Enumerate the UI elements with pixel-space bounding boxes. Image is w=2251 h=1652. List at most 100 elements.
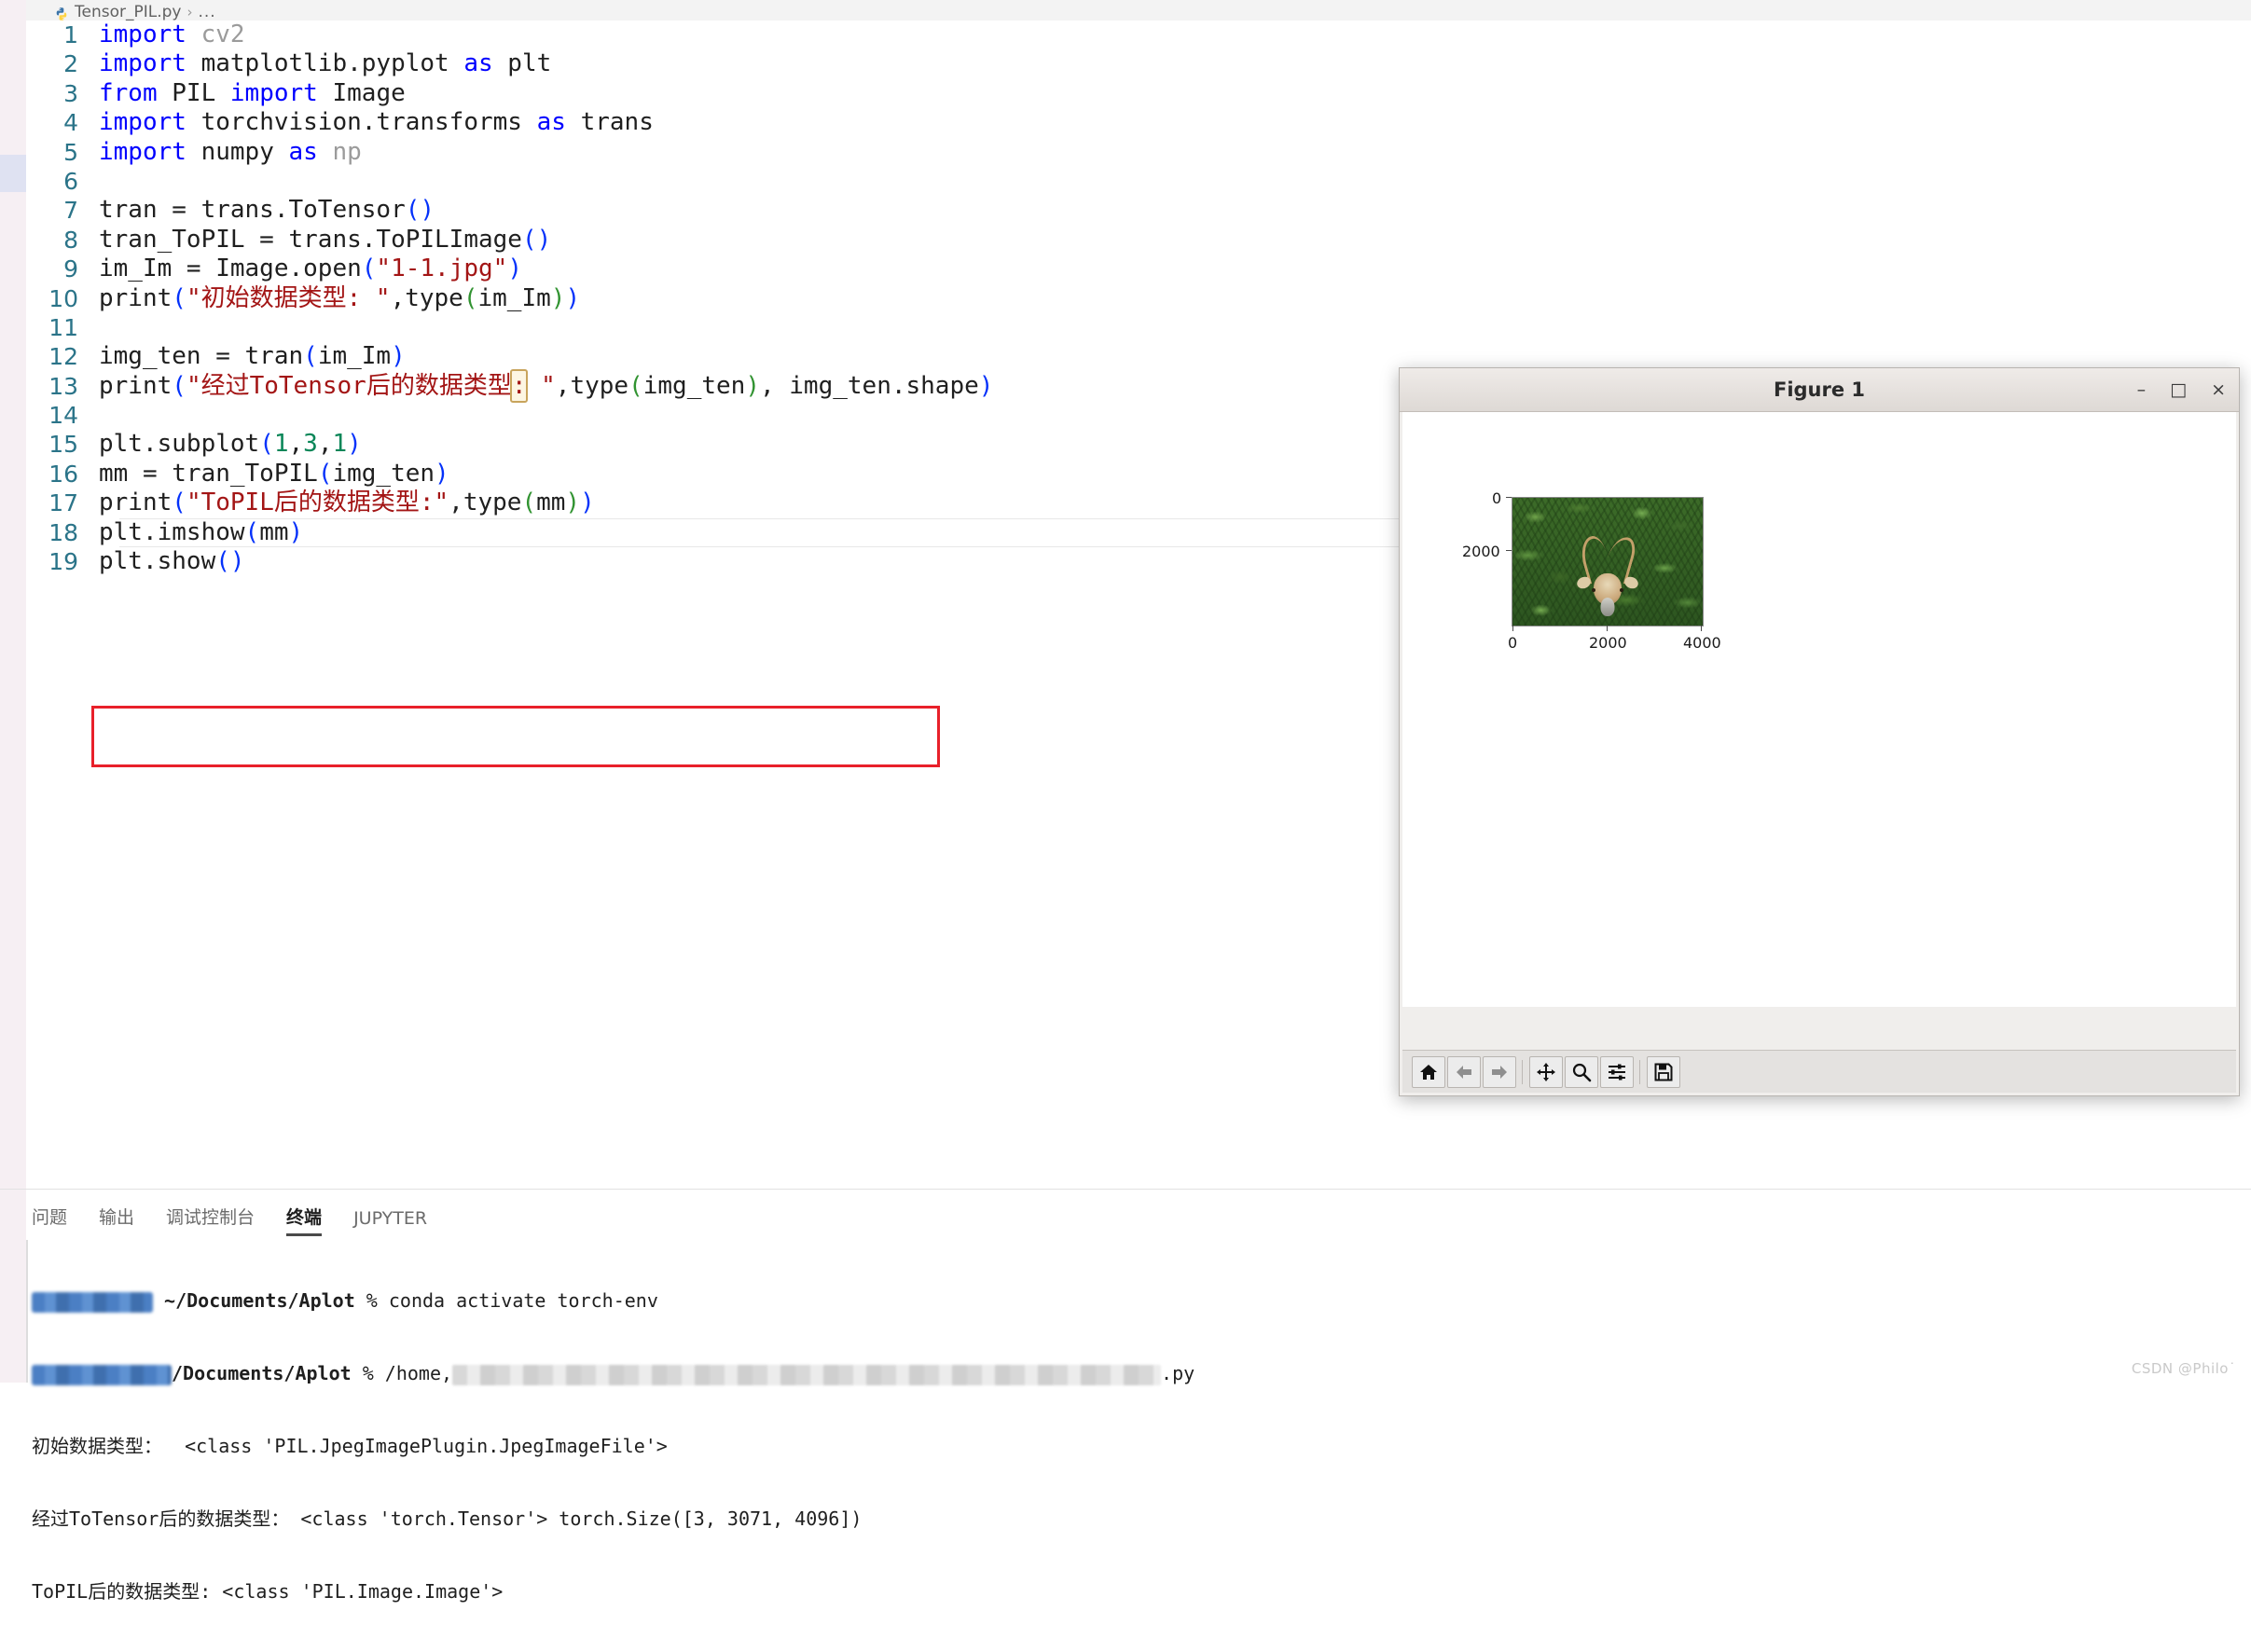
pan-icon[interactable] (1529, 1055, 1563, 1088)
terminal-command: % conda activate torch-env (366, 1289, 658, 1312)
code-text[interactable]: import torchvision.transforms as trans (99, 108, 2251, 137)
bottom-panel: 问题 输出 调试控制台 终端 JUPYTER ~/Documents/Aplot… (0, 1189, 2251, 1603)
maximize-icon[interactable]: □ (2170, 380, 2187, 399)
code-text[interactable]: import numpy as np (99, 138, 2251, 167)
code-text[interactable]: import matplotlib.pyplot as plt (99, 49, 2251, 78)
close-icon[interactable]: × (2211, 380, 2226, 399)
code-line[interactable]: 7 tran = trans.ToTensor() (26, 196, 2251, 225)
line-number: 18 (48, 518, 78, 546)
x-tick-label: 0 (1508, 634, 1518, 652)
code-text[interactable] (99, 313, 2251, 342)
line-number: 9 (63, 255, 78, 283)
breadcrumb-file-name[interactable]: Tensor_PIL.py (75, 3, 181, 21)
terminal-left-border (26, 1240, 28, 1383)
figure-title: Figure 1 (1773, 379, 1866, 401)
code-text[interactable]: import cv2 (99, 21, 2251, 49)
redacted-username (32, 1364, 172, 1385)
x-tick-label: 4000 (1683, 634, 1721, 652)
line-number: 5 (63, 138, 78, 166)
y-tick-label: 0 (1492, 489, 1502, 507)
imshow-image (1512, 497, 1704, 626)
forward-arrow-icon[interactable] (1483, 1055, 1516, 1088)
save-icon[interactable] (1647, 1055, 1680, 1088)
deer-muzzle (1600, 598, 1615, 617)
x-axis-tick (1607, 626, 1608, 631)
matplotlib-toolbar[interactable] (1402, 1050, 2236, 1093)
breadcrumb-ellipsis[interactable]: ... (198, 3, 215, 21)
terminal-line: ToPIL后的数据类型: <class 'PIL.Image.Image'> (32, 1580, 504, 1603)
zoom-icon[interactable] (1565, 1055, 1598, 1088)
code-line[interactable]: 4 import torchvision.transforms as trans (26, 108, 2251, 137)
line-number: 7 (63, 197, 78, 225)
redacted-path (452, 1364, 1162, 1385)
terminal-cwd: ~/Documents/Aplot (164, 1289, 355, 1312)
matplotlib-figure-window[interactable]: Figure 1 – □ × 0 2000 0 2000 4000 (1399, 367, 2240, 1096)
code-line[interactable]: 11 (26, 313, 2251, 342)
y-tick-label: 2000 (1462, 543, 1500, 560)
home-icon[interactable] (1412, 1055, 1445, 1088)
line-number: 14 (48, 402, 78, 430)
line-number: 2 (63, 50, 78, 78)
tab-debug-console[interactable]: 调试控制台 (166, 1204, 255, 1236)
panel-left-strip (0, 1190, 26, 1383)
subplot-config-icon[interactable] (1600, 1055, 1634, 1088)
line-number: 17 (48, 489, 78, 517)
breadcrumb[interactable]: Tensor_PIL.py › ... (54, 3, 216, 21)
line-number: 16 (48, 460, 78, 488)
code-line[interactable]: 3 from PIL import Image (26, 79, 2251, 108)
code-text[interactable]: tran = trans.ToTensor() (99, 196, 2251, 225)
line-number: 19 (48, 548, 78, 576)
window-controls[interactable]: – □ × (2137, 368, 2226, 411)
code-text[interactable]: im_Im = Image.open("1-1.jpg") (99, 255, 2251, 283)
toolbar-separator (1518, 1058, 1527, 1086)
python-file-icon (54, 7, 69, 21)
line-number: 1 (63, 21, 78, 48)
eye-left (1592, 588, 1595, 593)
terminal-output[interactable]: ~/Documents/Aplot % conda activate torch… (32, 1240, 2251, 1603)
breadcrumb-separator: › (186, 4, 193, 21)
selected-character[interactable]: : (509, 368, 529, 403)
ear-right (1623, 574, 1640, 591)
deer-subject (1573, 533, 1642, 620)
terminal-cwd: /Documents/Aplot (172, 1362, 352, 1384)
terminal-line: ~/Documents/Aplot % conda activate torch… (32, 1288, 2251, 1313)
figure-canvas[interactable]: 0 2000 0 2000 4000 (1402, 412, 2236, 1007)
code-line[interactable]: 8 tran_ToPIL = trans.ToPILImage() (26, 226, 2251, 255)
toolbar-separator (1636, 1058, 1645, 1086)
line-number: 12 (48, 343, 78, 371)
panel-tabs[interactable]: 问题 输出 调试控制台 终端 JUPYTER (32, 1197, 427, 1236)
redacted-username (32, 1291, 153, 1313)
code-line[interactable]: 2 import matplotlib.pyplot as plt (26, 49, 2251, 78)
line-number: 4 (63, 109, 78, 137)
code-line[interactable]: 10 print("初始数据类型: ",type(im_Im)) (26, 284, 2251, 313)
line-number: 11 (48, 313, 78, 341)
tab-problems[interactable]: 问题 (32, 1204, 67, 1236)
tab-terminal[interactable]: 终端 (286, 1204, 323, 1236)
x-tick-label: 2000 (1589, 634, 1627, 652)
line-number: 13 (48, 372, 78, 400)
tab-jupyter[interactable]: JUPYTER (353, 1208, 427, 1236)
activity-bar-edge (0, 0, 26, 1190)
terminal-line: /Documents/Aplot % /home, .py (32, 1361, 2251, 1385)
breadcrumb-bar: Tensor_PIL.py › ... (26, 0, 2251, 21)
x-axis-tick (1512, 626, 1513, 631)
eye-right (1620, 588, 1623, 593)
code-line[interactable]: 1 import cv2 (26, 21, 2251, 49)
code-line[interactable]: 6 (26, 167, 2251, 196)
code-text[interactable] (99, 167, 2251, 196)
code-text[interactable]: print("初始数据类型: ",type(im_Im)) (99, 284, 2251, 313)
terminal-command-tail: .py (1161, 1362, 1195, 1384)
terminal-line: 经过ToTensor后的数据类型： <class 'torch.Tensor'>… (32, 1507, 863, 1530)
figure-title-bar[interactable]: Figure 1 – □ × (1400, 368, 2239, 412)
terminal-line: 初始数据类型： <class 'PIL.JpegImagePlugin.Jpeg… (32, 1435, 668, 1457)
watermark: CSDN @Philo˙ (2131, 1360, 2236, 1377)
line-number: 6 (63, 167, 78, 195)
line-number: 10 (48, 284, 78, 312)
code-line[interactable]: 5 import numpy as np (26, 138, 2251, 167)
back-arrow-icon[interactable] (1447, 1055, 1481, 1088)
minimize-icon[interactable]: – (2137, 380, 2147, 399)
tab-output[interactable]: 输出 (99, 1204, 134, 1236)
code-line[interactable]: 9 im_Im = Image.open("1-1.jpg") (26, 255, 2251, 283)
code-text[interactable]: from PIL import Image (99, 79, 2251, 108)
code-text[interactable]: tran_ToPIL = trans.ToPILImage() (99, 226, 2251, 255)
